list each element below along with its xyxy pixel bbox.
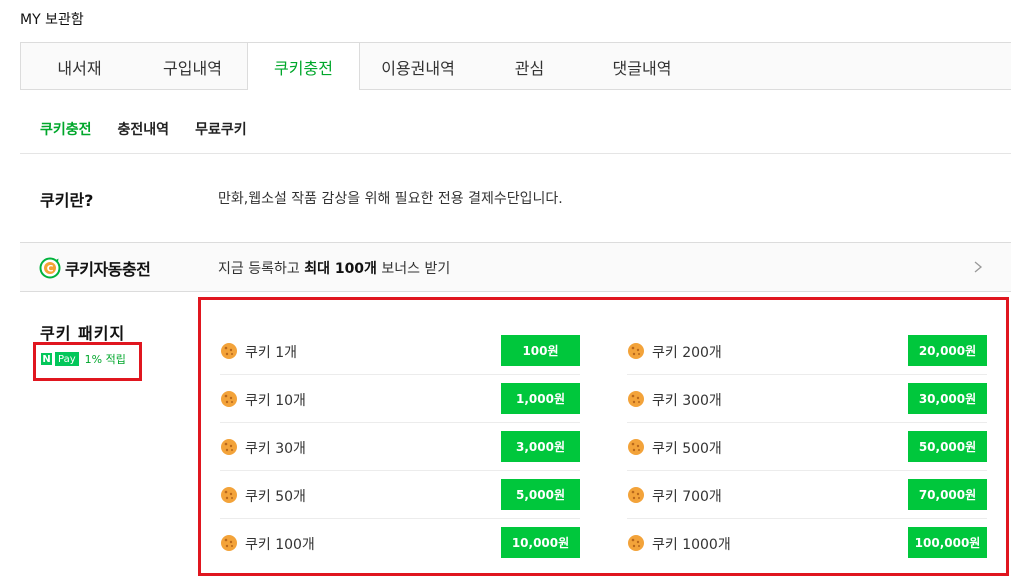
npay-pay-logo: Pay — [55, 352, 79, 366]
package-row: 쿠키 50개 5,000원 — [220, 471, 580, 519]
package-name: 쿠키 700개 — [652, 489, 722, 505]
package-row: 쿠키 1개 100원 — [220, 327, 580, 375]
cookie-icon — [628, 391, 644, 407]
cookie-icon — [628, 487, 644, 503]
npay-n-logo: N — [40, 352, 53, 366]
tab-comments[interactable]: 댓글내역 — [583, 43, 701, 90]
package-row: 쿠키 1000개 100,000원 — [627, 519, 987, 567]
cookie-icon — [221, 343, 237, 359]
package-name: 쿠키 1개 — [245, 345, 297, 361]
divider — [20, 153, 1011, 154]
package-section-label: 쿠키 패키지 — [40, 324, 126, 343]
page-title: MY 보관함 — [20, 12, 84, 28]
package-name: 쿠키 500개 — [652, 441, 722, 457]
buy-button[interactable]: 100,000원 — [908, 527, 987, 558]
buy-button[interactable]: 10,000원 — [501, 527, 580, 558]
cookie-icon — [221, 391, 237, 407]
cookie-icon — [628, 439, 644, 455]
cookie-c-icon: C — [39, 257, 61, 279]
main-tab-bar: 내서재 구입내역 쿠키충전 이용권내역 관심 댓글내역 — [20, 42, 1011, 90]
cookie-icon — [221, 439, 237, 455]
auto-charge-banner[interactable]: C 쿠키자동충전 지금 등록하고 최대 100개 보너스 받기 — [20, 242, 1011, 292]
buy-button[interactable]: 70,000원 — [908, 479, 987, 510]
tab-pass-history[interactable]: 이용권내역 — [360, 43, 476, 90]
cookie-info-label: 쿠키란? — [40, 191, 94, 210]
package-row: 쿠키 700개 70,000원 — [627, 471, 987, 519]
sub-tab-bar: 쿠키충전 충전내역 무료쿠키 — [40, 119, 273, 139]
package-name: 쿠키 300개 — [652, 393, 722, 409]
package-name: 쿠키 100개 — [245, 537, 315, 553]
package-row: 쿠키 500개 50,000원 — [627, 423, 987, 471]
buy-button[interactable]: 5,000원 — [501, 479, 580, 510]
auto-charge-logo: C 쿠키자동충전 — [39, 256, 151, 280]
subtab-cookie-charge[interactable]: 쿠키충전 — [40, 119, 92, 139]
auto-charge-text: 지금 등록하고 최대 100개 보너스 받기 — [218, 261, 451, 277]
buy-button[interactable]: 3,000원 — [501, 431, 580, 462]
tab-purchases[interactable]: 구입내역 — [138, 43, 247, 90]
package-name: 쿠키 10개 — [245, 393, 306, 409]
package-column-left: 쿠키 1개 100원 쿠키 10개 1,000원 쿠키 30개 3,000원 쿠… — [220, 327, 580, 567]
cookie-info-description: 만화,웹소설 작품 감상을 위해 필요한 전용 결제수단입니다. — [218, 191, 563, 207]
package-row: 쿠키 300개 30,000원 — [627, 375, 987, 423]
package-row: 쿠키 100개 10,000원 — [220, 519, 580, 567]
package-name: 쿠키 30개 — [245, 441, 306, 457]
package-list-highlight: 쿠키 1개 100원 쿠키 10개 1,000원 쿠키 30개 3,000원 쿠… — [198, 297, 1009, 576]
subtab-charge-history[interactable]: 충전내역 — [118, 119, 170, 139]
auto-charge-logo-text: 쿠키자동충전 — [65, 260, 151, 279]
tab-favorites[interactable]: 관심 — [476, 43, 583, 90]
buy-button[interactable]: 1,000원 — [501, 383, 580, 414]
package-name: 쿠키 1000개 — [652, 537, 731, 553]
tab-library[interactable]: 내서재 — [21, 43, 138, 90]
cookie-icon — [628, 343, 644, 359]
cookie-icon — [221, 535, 237, 551]
package-row: 쿠키 30개 3,000원 — [220, 423, 580, 471]
npay-badge: N Pay 1% 적립 — [40, 351, 126, 367]
buy-button[interactable]: 50,000원 — [908, 431, 987, 462]
package-row: 쿠키 200개 20,000원 — [627, 327, 987, 375]
package-row: 쿠키 10개 1,000원 — [220, 375, 580, 423]
package-name: 쿠키 50개 — [245, 489, 306, 505]
svg-text:C: C — [47, 265, 54, 275]
cookie-icon — [221, 487, 237, 503]
tab-cookie-charge[interactable]: 쿠키충전 — [247, 42, 360, 90]
npay-highlight: N Pay 1% 적립 — [33, 342, 142, 381]
package-column-right: 쿠키 200개 20,000원 쿠키 300개 30,000원 쿠키 500개 … — [627, 327, 987, 567]
buy-button[interactable]: 30,000원 — [908, 383, 987, 414]
subtab-free-cookie[interactable]: 무료쿠키 — [195, 119, 247, 139]
cookie-icon — [628, 535, 644, 551]
buy-button[interactable]: 100원 — [501, 335, 580, 366]
chevron-right-icon[interactable] — [971, 259, 985, 275]
npay-reward-text: 1% 적립 — [84, 353, 126, 366]
buy-button[interactable]: 20,000원 — [908, 335, 987, 366]
package-name: 쿠키 200개 — [652, 345, 722, 361]
